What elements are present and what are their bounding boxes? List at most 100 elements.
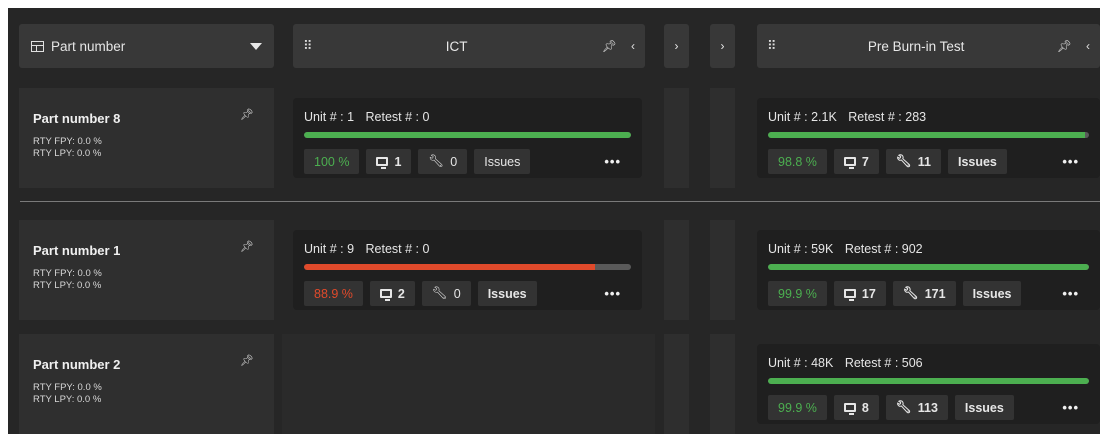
pre-burn-in-column-title: Pre Burn-in Test (867, 38, 965, 54)
collapsed-column-cell (664, 88, 689, 188)
collapsed-column-cell (664, 220, 689, 320)
more-options-icon[interactable]: ••• (1062, 154, 1079, 169)
pin-icon[interactable]: 📌︎ (602, 39, 617, 53)
more-options-icon[interactable]: ••• (604, 286, 621, 301)
yield-bar-fill (304, 264, 595, 270)
table-row: Part number 2 📌︎ RTY FPY: 0.0 % RTY LPY:… (8, 334, 1100, 434)
station-card[interactable]: Unit # : 2.1K Retest # : 283 98.8 % 7 🔧︎… (757, 98, 1100, 178)
repairs-chip[interactable]: 🔧︎ 171 (892, 281, 956, 306)
wrench-icon: 🔧︎ (902, 286, 919, 300)
unit-count: Unit # : 2.1K (768, 110, 837, 124)
stations-chip[interactable]: 2 (369, 281, 415, 306)
monitor-icon (379, 289, 392, 301)
dropdown-caret-icon[interactable] (250, 42, 262, 50)
rty-fpy: RTY FPY: 0.0 % (33, 268, 102, 279)
stations-chip[interactable]: 8 (833, 395, 879, 420)
pin-icon[interactable]: 📌︎ (240, 108, 254, 121)
issues-button[interactable]: Issues (947, 149, 1007, 174)
part-cell: Part number 2 📌︎ RTY FPY: 0.0 % RTY LPY:… (19, 334, 274, 434)
more-options-icon[interactable]: ••• (1062, 400, 1079, 415)
issues-button[interactable]: Issues (962, 281, 1022, 306)
retest-count: Retest # : 902 (844, 242, 923, 256)
yield-bar (768, 264, 1089, 270)
station-card[interactable]: Unit # : 48K Retest # : 506 99.9 % 8 🔧︎ 1… (757, 344, 1100, 424)
drag-handle-icon[interactable]: ⠿ (303, 38, 312, 54)
stations-chip[interactable]: 1 (366, 149, 412, 174)
yield-board: Part number ⠿ ICT 📌︎ ‹ › › ⠿ Pre Burn-in… (8, 8, 1100, 434)
repairs-chip[interactable]: 🔧︎ 0 (418, 149, 468, 174)
unit-count: Unit # : 59K (768, 242, 834, 256)
ict-column-header: ⠿ ICT 📌︎ ‹ (293, 24, 645, 68)
yield-bar (768, 378, 1089, 384)
rty-lpy: RTY LPY: 0.0 % (33, 148, 102, 159)
part-number-header-label: Part number (51, 38, 126, 54)
drag-handle-icon[interactable]: ⠿ (767, 38, 776, 54)
issues-button[interactable]: Issues (474, 149, 531, 174)
expand-column-button-1[interactable]: › (664, 24, 689, 68)
expand-column-button-2[interactable]: › (710, 24, 735, 68)
yield-percent: 100 % (304, 149, 360, 174)
table-row: Part number 1 📌︎ RTY FPY: 0.0 % RTY LPY:… (8, 220, 1100, 320)
more-options-icon[interactable]: ••• (1062, 286, 1079, 301)
empty-station-cell (282, 334, 655, 434)
collapsed-column-cell (710, 220, 735, 320)
repairs-chip[interactable]: 🔧︎ 11 (885, 149, 941, 174)
yield-percent: 99.9 % (768, 395, 827, 420)
station-card[interactable]: Unit # : 9 Retest # : 0 88.9 % 2 🔧︎ 0 Iss… (293, 230, 642, 310)
pin-icon[interactable]: 📌︎ (240, 240, 254, 253)
yield-percent: 99.9 % (768, 281, 827, 306)
part-name: Part number 2 (33, 357, 121, 372)
retest-count: Retest # : 506 (844, 356, 923, 370)
yield-bar (304, 132, 631, 138)
repairs-chip[interactable]: 🔧︎ 113 (885, 395, 948, 420)
yield-bar-fill (768, 132, 1086, 138)
chevron-left-icon[interactable]: ‹ (1086, 39, 1090, 53)
yield-bar-fill (768, 378, 1089, 384)
chevron-right-icon: › (720, 39, 725, 53)
part-cell: Part number 1 📌︎ RTY FPY: 0.0 % RTY LPY:… (19, 220, 274, 320)
monitor-icon (843, 403, 856, 415)
wrench-icon: 🔧︎ (895, 400, 912, 414)
yield-bar (768, 132, 1089, 138)
wrench-icon: 🔧︎ (428, 154, 445, 168)
part-name: Part number 1 (33, 243, 121, 258)
table-icon (31, 40, 44, 52)
pre-burn-in-column-header: ⠿ Pre Burn-in Test 📌︎ ‹ (757, 24, 1100, 68)
pinned-rows-divider (20, 201, 1100, 202)
part-number-column-header[interactable]: Part number (19, 24, 274, 68)
retest-count: Retest # : 283 (848, 110, 927, 124)
stations-chip[interactable]: 7 (833, 149, 879, 174)
retest-count: Retest # : 0 (365, 110, 430, 124)
station-card[interactable]: Unit # : 59K Retest # : 902 99.9 % 17 🔧︎… (757, 230, 1100, 310)
station-card[interactable]: Unit # : 1 Retest # : 0 100 % 1 🔧︎ 0 Issu… (293, 98, 642, 178)
repairs-chip[interactable]: 🔧︎ 0 (421, 281, 471, 306)
issues-button[interactable]: Issues (477, 281, 537, 306)
wrench-icon: 🔧︎ (431, 286, 448, 300)
yield-bar (304, 264, 631, 270)
part-cell: Part number 8 📌︎ RTY FPY: 0.0 % RTY LPY:… (19, 88, 274, 188)
yield-percent: 88.9 % (304, 281, 363, 306)
rty-fpy: RTY FPY: 0.0 % (33, 136, 102, 147)
unit-count: Unit # : 48K (768, 356, 834, 370)
unit-count: Unit # : 1 (304, 110, 355, 124)
collapsed-column-cell (710, 88, 735, 188)
pin-icon[interactable]: 📌︎ (1057, 39, 1072, 53)
yield-bar-fill (304, 132, 631, 138)
rty-fpy: RTY FPY: 0.0 % (33, 382, 102, 393)
pin-icon[interactable]: 📌︎ (240, 354, 254, 367)
retest-count: Retest # : 0 (365, 242, 430, 256)
stations-chip[interactable]: 17 (833, 281, 886, 306)
wrench-icon: 🔧︎ (895, 154, 912, 168)
monitor-icon (843, 289, 856, 301)
monitor-icon (843, 157, 856, 169)
collapsed-column-cell (664, 334, 689, 434)
yield-bar-fill (768, 264, 1089, 270)
unit-count: Unit # : 9 (304, 242, 355, 256)
yield-percent: 98.8 % (768, 149, 827, 174)
table-row: Part number 8 📌︎ RTY FPY: 0.0 % RTY LPY:… (8, 88, 1100, 188)
issues-button[interactable]: Issues (954, 395, 1014, 420)
monitor-icon (376, 157, 389, 169)
more-options-icon[interactable]: ••• (604, 154, 621, 169)
chevron-left-icon[interactable]: ‹ (631, 39, 635, 53)
ict-column-title: ICT (445, 38, 468, 54)
